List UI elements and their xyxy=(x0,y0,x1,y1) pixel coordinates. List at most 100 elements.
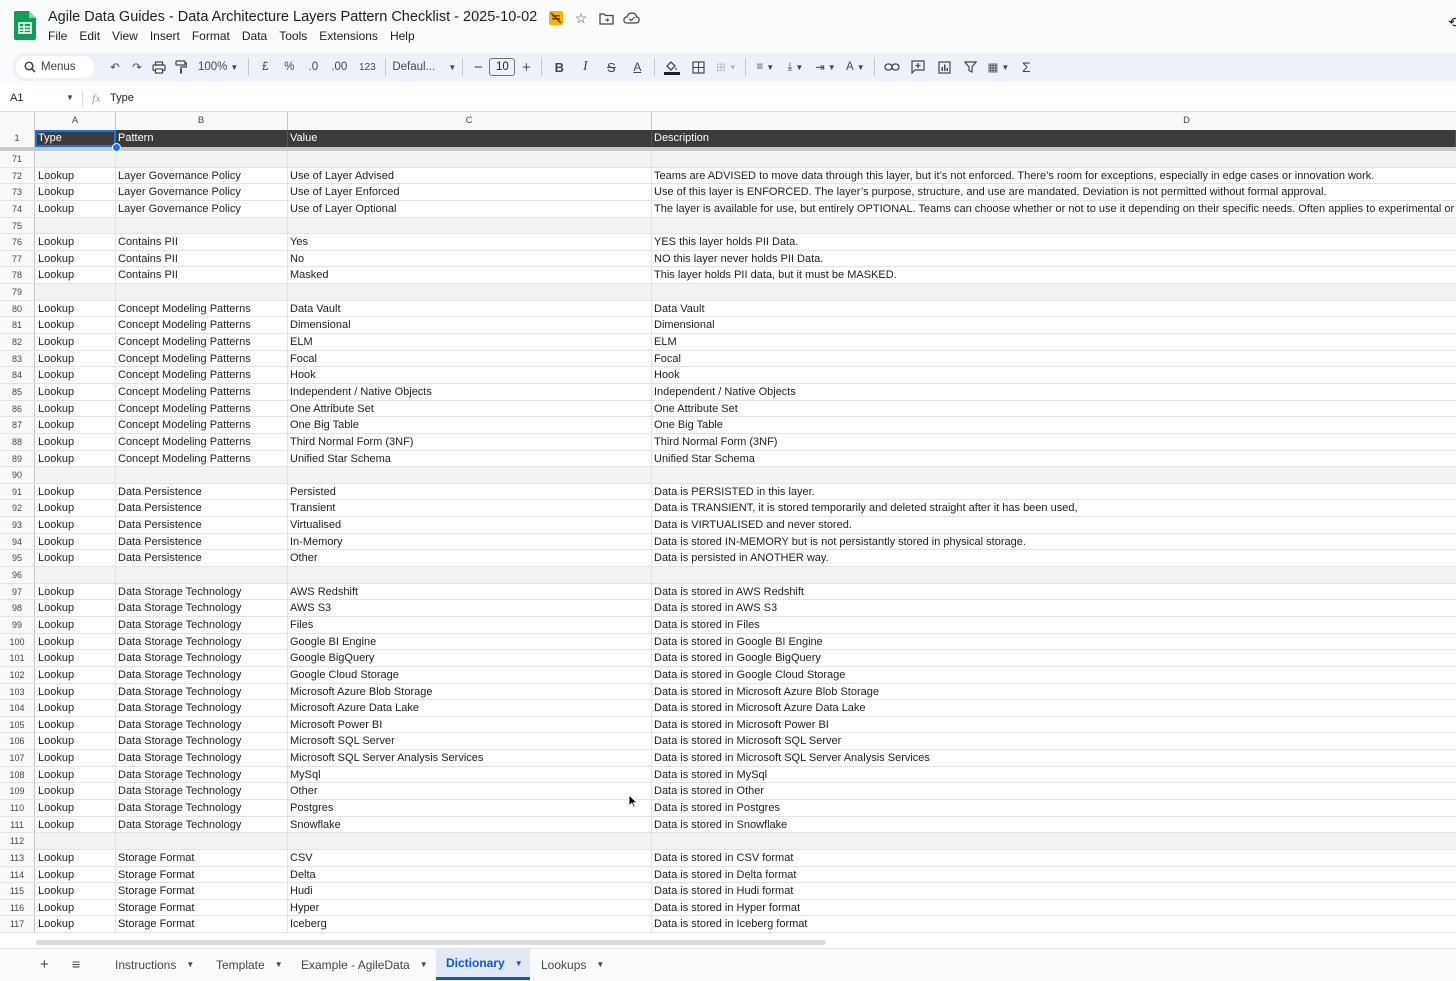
cell-value[interactable]: One Big Table xyxy=(287,417,652,433)
row-number[interactable]: 90 xyxy=(0,467,35,483)
all-sheets-menu-icon[interactable]: ≡ xyxy=(72,956,80,972)
document-title[interactable]: Agile Data Guides - Data Architecture La… xyxy=(48,9,537,25)
cell-pattern[interactable] xyxy=(115,467,288,483)
cell-pattern[interactable]: Layer Governance Policy xyxy=(115,167,288,184)
menu-format[interactable]: Format xyxy=(186,28,236,44)
cell-description[interactable]: Dimensional xyxy=(651,317,1456,333)
cell-pattern[interactable]: Storage Format xyxy=(115,916,288,933)
row-number[interactable]: 97 xyxy=(0,583,35,600)
cell-type[interactable]: Lookup xyxy=(35,433,116,450)
cell-description[interactable] xyxy=(651,151,1456,167)
row-number[interactable]: 73 xyxy=(0,184,35,200)
cell-description[interactable]: Third Normal Form (3NF) xyxy=(651,434,1456,450)
cell-type[interactable]: Lookup xyxy=(35,633,116,650)
font-size-input[interactable]: 10 xyxy=(489,58,516,76)
cell-type[interactable] xyxy=(35,217,116,234)
cell-description[interactable]: One Big Table xyxy=(651,417,1456,433)
cell-type[interactable]: Lookup xyxy=(35,383,116,400)
menu-help[interactable]: Help xyxy=(384,28,421,44)
header-cell-pattern[interactable]: Pattern xyxy=(115,130,288,147)
column-header-b[interactable]: B xyxy=(115,112,288,130)
cell-type[interactable]: Lookup xyxy=(35,317,116,334)
increase-decimal-button[interactable]: .00 xyxy=(325,56,353,78)
cell-type[interactable]: Lookup xyxy=(35,716,116,733)
cell-type[interactable] xyxy=(35,151,116,167)
cell-pattern[interactable]: Data Persistence xyxy=(115,533,288,550)
cell-value[interactable]: Other xyxy=(287,783,652,799)
row-number[interactable]: 103 xyxy=(0,683,35,700)
row-number[interactable]: 109 xyxy=(0,783,35,799)
cell-type[interactable] xyxy=(35,833,116,849)
row-number[interactable]: 88 xyxy=(0,433,35,450)
font-family-select[interactable]: Defaul... ▼ xyxy=(390,56,458,78)
cell-description[interactable]: Data is stored in Other xyxy=(651,783,1456,799)
cell-pattern[interactable]: Concept Modeling Patterns xyxy=(115,400,288,417)
cell-pattern[interactable]: Contains PII xyxy=(115,234,288,250)
cell-value[interactable]: Transient xyxy=(287,500,652,517)
row-number[interactable]: 84 xyxy=(0,367,35,383)
cell-description[interactable]: Teams are ADVISED to move data through t… xyxy=(651,168,1456,184)
cell-pattern[interactable]: Concept Modeling Patterns xyxy=(115,450,288,467)
row-number[interactable]: 71 xyxy=(0,151,35,167)
row-number[interactable]: 107 xyxy=(0,750,35,766)
row-number[interactable]: 100 xyxy=(0,633,35,650)
cell-pattern[interactable]: Data Storage Technology xyxy=(115,816,288,833)
row-number[interactable]: 87 xyxy=(0,417,35,433)
paint-format-icon[interactable] xyxy=(170,56,192,78)
text-rotation-icon[interactable]: A ▼ xyxy=(840,56,870,78)
cell-description[interactable]: Data is stored in Delta format xyxy=(651,867,1456,883)
tab-dictionary[interactable]: Dictionary ▼ xyxy=(436,949,530,980)
tab-example-agiledata[interactable]: Example - AgileData ▼ xyxy=(291,949,438,980)
cell-type[interactable]: Lookup xyxy=(35,533,116,550)
row-number[interactable]: 81 xyxy=(0,317,35,334)
text-color-icon[interactable]: A xyxy=(624,56,650,78)
row-number[interactable]: 77 xyxy=(0,250,35,267)
menu-edit[interactable]: Edit xyxy=(73,28,106,44)
cell-type[interactable] xyxy=(35,467,116,483)
cell-description[interactable]: Data is stored in Microsoft Azure Data L… xyxy=(651,700,1456,716)
cell-description[interactable]: Data Vault xyxy=(651,301,1456,317)
spreadsheet-grid[interactable]: A B C D 1 Type Pattern Value Description… xyxy=(0,112,1456,948)
cell-value[interactable]: Hook xyxy=(287,367,652,383)
cell-pattern[interactable]: Concept Modeling Patterns xyxy=(115,433,288,450)
cell-pattern[interactable]: Data Storage Technology xyxy=(115,683,288,700)
chevron-down-icon[interactable]: ▼ xyxy=(596,960,604,969)
cell-pattern[interactable]: Concept Modeling Patterns xyxy=(115,350,288,367)
cell-type[interactable]: Lookup xyxy=(35,683,116,700)
column-header-a[interactable]: A xyxy=(35,112,116,130)
cell-value[interactable]: AWS Redshift xyxy=(287,583,652,600)
cell-pattern[interactable]: Data Persistence xyxy=(115,517,288,533)
row-number[interactable]: 104 xyxy=(0,700,35,716)
row-number[interactable]: 113 xyxy=(0,849,35,866)
cell-description[interactable]: Data is VIRTUALISED and never stored. xyxy=(651,517,1456,533)
cell-pattern[interactable]: Data Storage Technology xyxy=(115,583,288,600)
tab-instructions[interactable]: Instructions ▼ xyxy=(105,949,204,980)
cell-value[interactable]: Focal xyxy=(287,350,652,367)
cell-pattern[interactable]: Data Storage Technology xyxy=(115,766,288,783)
cell-type[interactable]: Lookup xyxy=(35,400,116,417)
column-header-c[interactable]: C xyxy=(287,112,652,130)
cell-pattern[interactable] xyxy=(115,151,288,167)
cell-value[interactable]: Hyper xyxy=(287,899,652,916)
cell-type[interactable]: Lookup xyxy=(35,184,116,200)
cell-description[interactable]: The layer is available for use, but enti… xyxy=(651,201,1456,217)
row-number[interactable]: 110 xyxy=(0,799,35,816)
cell-type[interactable]: Lookup xyxy=(35,899,116,916)
cell-pattern[interactable]: Concept Modeling Patterns xyxy=(115,317,288,334)
cell-value[interactable]: Unified Star Schema xyxy=(287,450,652,467)
row-number[interactable]: 89 xyxy=(0,450,35,467)
cell-description[interactable] xyxy=(651,218,1456,234)
row-number[interactable]: 114 xyxy=(0,866,35,883)
cell-value[interactable]: AWS S3 xyxy=(287,600,652,616)
cell-pattern[interactable]: Data Persistence xyxy=(115,500,288,517)
cell-pattern[interactable]: Data Persistence xyxy=(115,550,288,567)
currency-format-button[interactable]: £ xyxy=(253,56,277,78)
cell-pattern[interactable] xyxy=(115,567,288,583)
cell-type[interactable]: Lookup xyxy=(35,750,116,766)
row-number[interactable]: 106 xyxy=(0,733,35,750)
cell-pattern[interactable]: Data Storage Technology xyxy=(115,716,288,733)
cell-value[interactable]: Dimensional xyxy=(287,317,652,334)
cell-type[interactable]: Lookup xyxy=(35,849,116,866)
cell-description[interactable]: Data is TRANSIENT, it is stored temporar… xyxy=(651,500,1456,516)
cell-value[interactable] xyxy=(287,151,652,167)
